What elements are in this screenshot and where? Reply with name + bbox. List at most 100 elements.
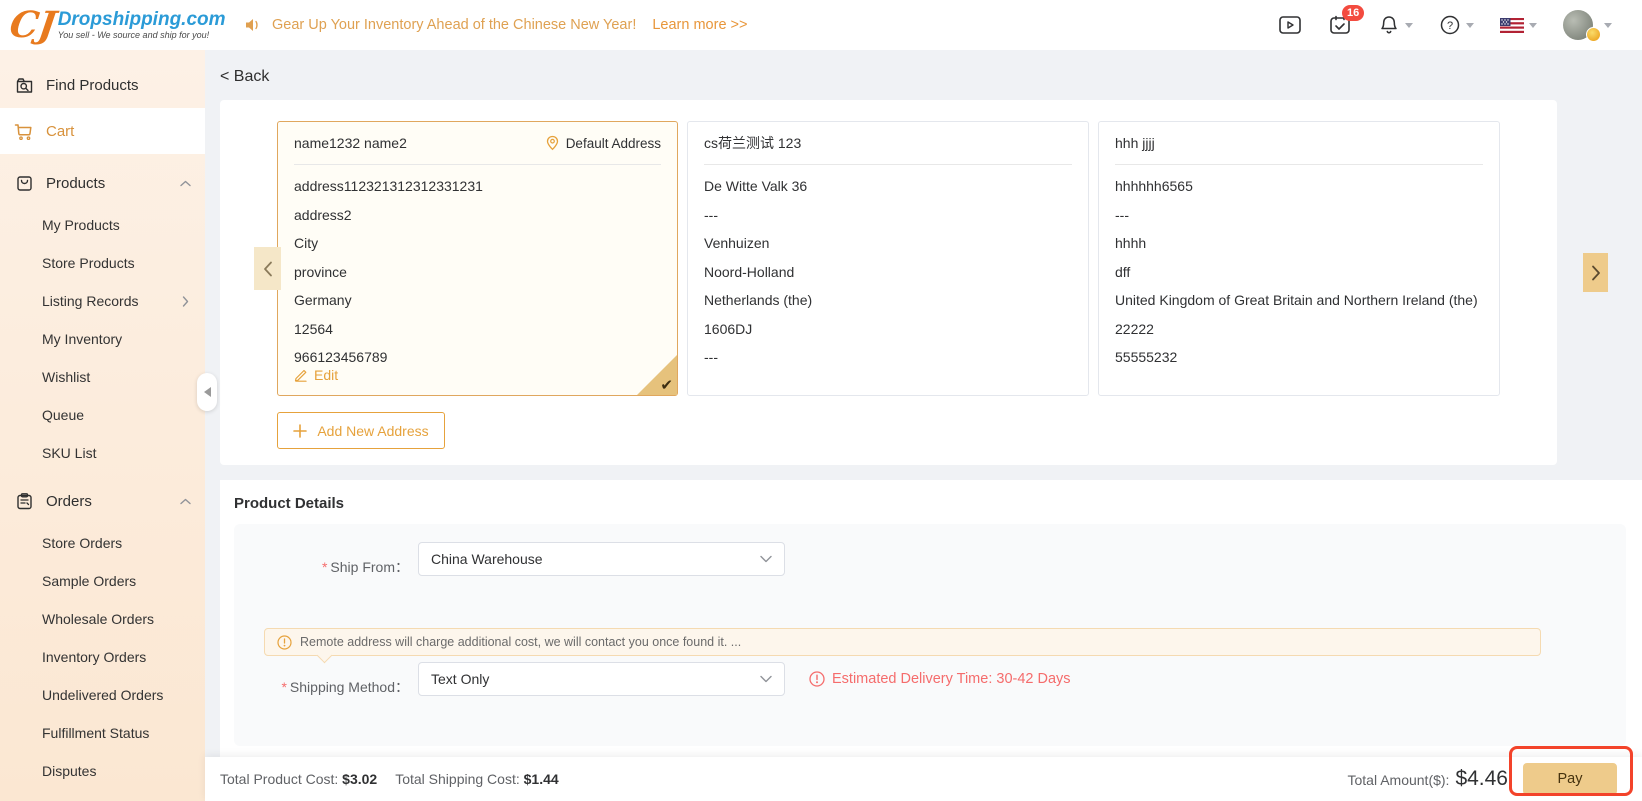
sidebar-item-label: Cart	[46, 123, 74, 140]
main-content: < Back name1232 name2 Default Address ad…	[205, 50, 1642, 801]
address-line: 55555232	[1115, 349, 1483, 365]
estimated-delivery-note: Estimated Delivery Time: 30-42 Days	[809, 662, 1071, 696]
chevron-down-icon	[1529, 23, 1537, 28]
logo-tagline: You sell - We source and ship for you!	[58, 30, 226, 40]
sidebar-item-label: Disputes	[42, 763, 96, 779]
product-details-panel: Product Details *Ship From： China Wareho…	[220, 480, 1642, 757]
speaker-icon	[244, 17, 262, 33]
language-selector[interactable]	[1500, 18, 1537, 33]
sidebar-item-listing-records[interactable]: Listing Records	[0, 282, 205, 320]
address-name: hhh jjjj	[1115, 135, 1155, 151]
sidebar-item-label: Store Orders	[42, 535, 122, 551]
sidebar-item-label: Store Products	[42, 255, 135, 271]
required-mark: *	[322, 559, 327, 575]
sidebar-item-my-products[interactable]: My Products	[0, 206, 205, 244]
sidebar-group-label: Orders	[46, 493, 92, 510]
sidebar-collapse-handle[interactable]	[197, 373, 217, 411]
sidebar-item-wishlist[interactable]: Wishlist	[0, 358, 205, 396]
address-line: Germany	[294, 292, 661, 308]
sidebar-item-cart[interactable]: Cart	[0, 108, 205, 154]
collapse-left-icon	[204, 387, 211, 397]
sidebar-item-label: Wholesale Orders	[42, 611, 154, 627]
sidebar-item-fulfillment-status[interactable]: Fulfillment Status	[0, 714, 205, 752]
address-line: Netherlands (the)	[704, 292, 1072, 308]
default-address-badge: Default Address	[545, 135, 661, 152]
sidebar-item-find-products[interactable]: Find Products	[0, 62, 205, 108]
add-new-address-label: Add New Address	[317, 423, 428, 439]
chevron-left-icon	[263, 261, 273, 277]
address-card[interactable]: hhh jjjj hhhhhh6565 --- hhhh dff United …	[1098, 121, 1500, 396]
sidebar-item-disputes[interactable]: Disputes	[0, 752, 205, 790]
sidebar-item-sample-orders[interactable]: Sample Orders	[0, 562, 205, 600]
sidebar-group-orders[interactable]: Orders	[0, 478, 205, 524]
address-line: province	[294, 264, 661, 280]
sidebar-item-sku-list[interactable]: SKU List	[0, 434, 205, 472]
ship-from-value: China Warehouse	[431, 551, 543, 567]
address-line: 966123456789	[294, 349, 661, 365]
ship-from-select[interactable]: China Warehouse	[418, 542, 785, 576]
membership-badge-icon	[1586, 27, 1601, 42]
announcement-learn-more-link[interactable]: Learn more >>	[652, 17, 747, 33]
address-line: City	[294, 235, 661, 251]
total-shipping-cost-value: $1.44	[524, 771, 559, 787]
address-line: address2	[294, 207, 661, 223]
product-details-title: Product Details	[234, 495, 344, 512]
address-line: 1606DJ	[704, 321, 1072, 337]
sidebar-item-label: Listing Records	[42, 293, 139, 309]
add-new-address-button[interactable]: Add New Address	[277, 412, 445, 449]
address-card[interactable]: cs荷兰测试 123 De Witte Valk 36 --- Venhuize…	[687, 121, 1089, 396]
carousel-next-button[interactable]	[1583, 253, 1608, 292]
chevron-down-icon	[760, 675, 772, 683]
sidebar-item-store-orders[interactable]: Store Orders	[0, 524, 205, 562]
edit-address-button[interactable]: Edit	[294, 367, 338, 383]
chevron-right-icon	[182, 296, 189, 307]
cart-icon	[14, 121, 34, 141]
checkout-footer: Total Product Cost: $3.02 Total Shipping…	[205, 757, 1642, 801]
sidebar-item-undelivered-orders[interactable]: Undelivered Orders	[0, 676, 205, 714]
address-line: Venhuizen	[704, 235, 1072, 251]
chevron-up-icon	[180, 498, 191, 505]
avatar	[1563, 10, 1593, 40]
address-line: United Kingdom of Great Britain and Nort…	[1115, 292, 1483, 308]
shipping-method-label: *Shipping Method：	[248, 670, 409, 704]
sidebar-group-products[interactable]: Products	[0, 160, 205, 206]
back-link[interactable]: < Back	[220, 68, 269, 86]
video-tutorial-button[interactable]	[1278, 14, 1302, 36]
sidebar-item-label: Inventory Orders	[42, 649, 146, 665]
chevron-down-icon	[1405, 23, 1413, 28]
carousel-prev-button[interactable]	[254, 247, 281, 290]
sidebar-item-inventory-orders[interactable]: Inventory Orders	[0, 638, 205, 676]
sidebar-item-label: Sample Orders	[42, 573, 136, 589]
total-amount-label: Total Amount($):	[1348, 772, 1450, 788]
brand-logo[interactable]: CJ Dropshipping.com You sell - We source…	[0, 7, 212, 43]
sidebar-item-store-products[interactable]: Store Products	[0, 244, 205, 282]
plus-icon	[293, 424, 307, 438]
find-products-icon	[14, 75, 34, 95]
help-button[interactable]: ?	[1439, 14, 1474, 36]
address-card-default[interactable]: name1232 name2 Default Address address11…	[277, 121, 678, 396]
sidebar-item-label: My Inventory	[42, 331, 122, 347]
sidebar-item-label: SKU List	[42, 445, 96, 461]
location-pin-icon	[545, 135, 560, 152]
check-icon: ✔	[660, 376, 673, 394]
address-panel: name1232 name2 Default Address address11…	[220, 100, 1557, 465]
tasks-button[interactable]: 16	[1328, 14, 1352, 36]
sidebar-item-my-inventory[interactable]: My Inventory	[0, 320, 205, 358]
chevron-up-icon	[180, 180, 191, 187]
edit-label: Edit	[314, 367, 338, 383]
sidebar-item-wholesale-orders[interactable]: Wholesale Orders	[0, 600, 205, 638]
announcement-banner: Gear Up Your Inventory Ahead of the Chin…	[244, 17, 747, 33]
pay-button[interactable]: Pay	[1523, 763, 1617, 795]
default-address-label: Default Address	[566, 136, 661, 151]
chevron-right-icon	[1591, 265, 1601, 281]
address-line: dff	[1115, 264, 1483, 280]
address-line: ---	[1115, 207, 1483, 223]
notifications-bell-button[interactable]	[1378, 14, 1413, 36]
ship-from-label: *Ship From：	[248, 550, 409, 584]
announcement-text: Gear Up Your Inventory Ahead of the Chin…	[272, 17, 636, 33]
chevron-down-icon	[1466, 23, 1474, 28]
account-menu[interactable]	[1563, 10, 1612, 40]
sidebar-item-queue[interactable]: Queue	[0, 396, 205, 434]
shipping-method-select[interactable]: Text Only	[418, 662, 785, 696]
logo-monogram: CJ	[7, 7, 58, 43]
